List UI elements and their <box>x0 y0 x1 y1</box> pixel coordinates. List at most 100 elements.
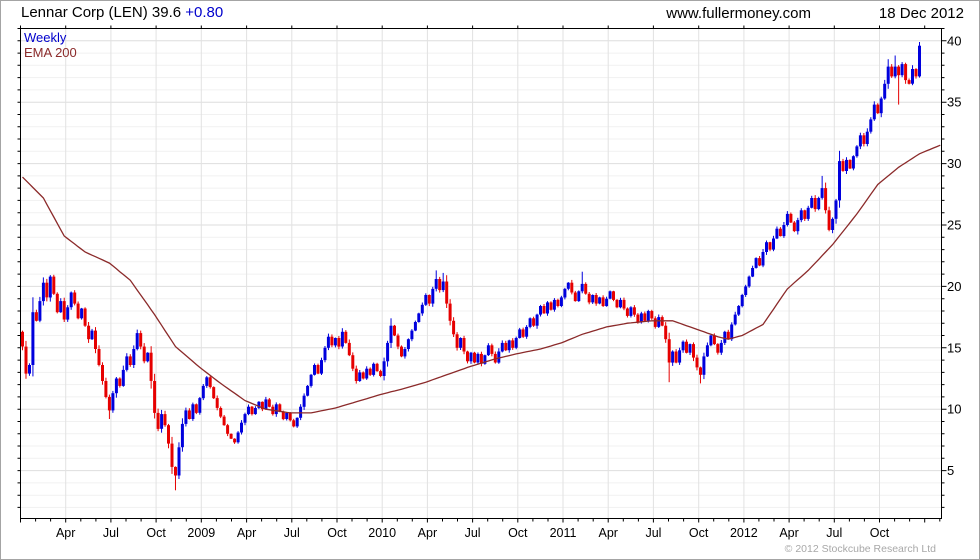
candle-body-up <box>146 352 150 362</box>
candle-body-down <box>462 338 466 352</box>
candle-body-up <box>417 313 421 322</box>
candle-body-up <box>918 45 921 77</box>
candle-body-down <box>824 188 828 211</box>
candle-body-down <box>316 365 320 374</box>
candle-body-up <box>125 356 129 370</box>
candle-body-up <box>820 188 824 198</box>
legend-weekly-label: Weekly <box>24 30 67 45</box>
candle-body-up <box>619 299 622 308</box>
candle-body-down <box>76 303 80 319</box>
candle-body-down <box>55 293 59 313</box>
candle-body-down <box>803 210 807 219</box>
candle-body-up <box>775 228 779 239</box>
candle-body-up <box>486 345 490 356</box>
candle-body-up <box>406 339 410 349</box>
candle-body-up <box>413 322 417 331</box>
candle-body-up <box>598 297 602 304</box>
candle-body-up <box>723 331 727 343</box>
gridlines-minor <box>20 28 942 508</box>
candle-body-up <box>678 350 682 363</box>
site-url[interactable]: www.fullermoney.com <box>666 5 811 22</box>
candle-body-down <box>267 399 271 407</box>
candle-body-up <box>507 340 511 351</box>
candle-body-down <box>778 228 782 237</box>
candle-body-down <box>368 368 372 375</box>
candle-body-down <box>250 406 254 415</box>
candle-body-down <box>448 303 452 321</box>
candle-body-up <box>528 318 532 327</box>
candle-body-down <box>21 331 24 347</box>
candle-body-down <box>396 335 400 347</box>
candle-body-down <box>83 308 87 326</box>
candle-body-down <box>281 411 285 420</box>
candle-body-down <box>521 329 525 337</box>
candle-body-down <box>632 307 636 315</box>
candle-body-up <box>80 308 84 319</box>
candle-body-down <box>594 295 598 304</box>
candle-body-up <box>834 200 838 219</box>
candle-body-down <box>653 318 657 327</box>
candle-body-down <box>337 338 341 347</box>
candle-body-down <box>674 351 678 363</box>
candle-body-down <box>101 365 104 381</box>
candle-body-up <box>177 447 181 476</box>
candle-body-down <box>511 340 515 348</box>
candle-body-down <box>455 334 459 348</box>
candle-body-up <box>48 276 52 298</box>
candle-body-up <box>782 225 786 237</box>
candle-body-up <box>546 302 549 314</box>
candle-body-down <box>153 381 157 413</box>
candle-body-up <box>872 104 876 120</box>
candle-body-down <box>490 345 494 354</box>
candle-body-up <box>114 378 118 394</box>
y-tick-label: 25 <box>947 217 961 232</box>
candle-body-down <box>379 371 383 376</box>
candle-body-down <box>466 351 469 362</box>
candle-body-down <box>650 311 654 319</box>
candle-body-up <box>247 406 250 415</box>
candle-body-up <box>28 365 31 374</box>
candle-body-up <box>132 349 136 365</box>
candle-body-up <box>264 399 268 410</box>
copyright-notice: © 2012 Stockcube Research Ltd <box>784 543 936 555</box>
candle-body-down <box>625 308 629 316</box>
candle-body-up <box>580 283 584 292</box>
candle-body-up <box>514 338 518 348</box>
y-tick-label: 30 <box>947 156 961 171</box>
candle-body-up <box>434 279 438 289</box>
candle-body-down <box>542 306 546 314</box>
candle-body-up <box>180 423 184 448</box>
candle-body-down <box>156 412 160 429</box>
candle-body-down <box>427 295 431 304</box>
candle-body-down <box>622 299 626 309</box>
x-axis-labels: Apr Jul Oct 2009 Apr Jul Oct 2010 Apr Jul Oct 2011 A… <box>56 526 890 540</box>
candle-body-up <box>838 161 841 201</box>
candle-body-down <box>789 213 793 223</box>
candle-body-up <box>38 301 42 321</box>
candle-body-up <box>469 352 473 362</box>
candle-body-up <box>730 324 734 340</box>
candle-body-up <box>869 119 873 132</box>
candle-body-up <box>382 361 386 376</box>
candle-body-down <box>97 349 101 365</box>
candle-body-down <box>34 312 38 321</box>
candle-body-up <box>313 365 316 375</box>
candle-body-up <box>806 207 810 219</box>
candle-body-up <box>326 336 330 348</box>
candle-body-up <box>709 335 713 346</box>
candle-body-down <box>62 301 66 320</box>
candle-body-down <box>549 302 553 310</box>
candle-body-up <box>198 398 202 413</box>
x-tick-label: Oct <box>870 526 890 540</box>
candle-body-down <box>636 314 640 322</box>
candle-body-up <box>719 342 723 353</box>
candle-body-up <box>893 66 897 77</box>
candle-body-down <box>716 344 720 353</box>
x-tick-label: 2010 <box>368 526 396 540</box>
candle-body-down <box>104 381 108 397</box>
x-tick-label: Apr <box>56 526 75 540</box>
candle-body-up <box>900 64 904 76</box>
candle-body-down <box>167 425 170 444</box>
candle-body-down <box>149 352 153 381</box>
x-tick-label: Oct <box>508 526 528 540</box>
